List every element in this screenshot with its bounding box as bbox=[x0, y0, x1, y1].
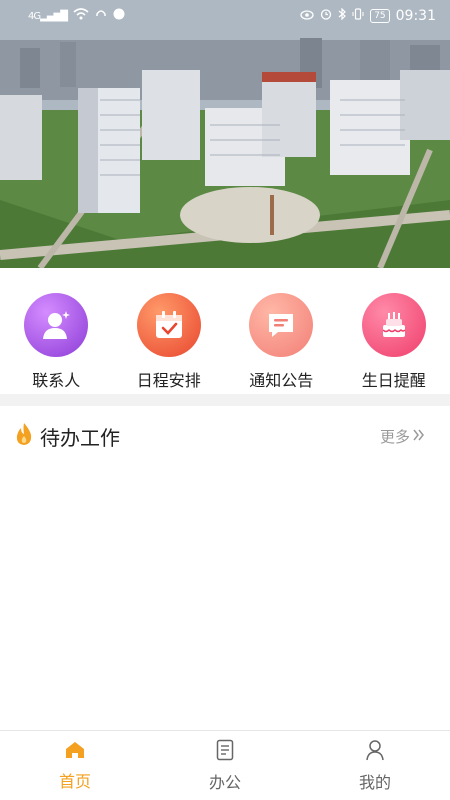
quick-action-label: 联系人 bbox=[32, 371, 81, 390]
tab-office[interactable]: 办公 bbox=[150, 731, 300, 800]
tab-label: 办公 bbox=[208, 772, 241, 792]
app-notification-icon bbox=[113, 8, 125, 24]
more-label: 更多 bbox=[379, 427, 410, 446]
eye-icon bbox=[300, 9, 314, 24]
battery-icon: 75 bbox=[370, 9, 390, 23]
document-icon bbox=[216, 739, 234, 765]
double-chevron-right-icon bbox=[412, 427, 426, 445]
quick-action-label: 生日提醒 bbox=[361, 371, 426, 390]
quick-action-birthday[interactable]: 生日提醒 bbox=[339, 293, 449, 391]
section-divider bbox=[0, 394, 450, 406]
status-time: 09:31 bbox=[395, 8, 436, 24]
home-icon bbox=[64, 740, 86, 764]
quick-action-notice[interactable]: 通知公告 bbox=[226, 293, 336, 391]
todo-title-group: 待办工作 bbox=[14, 422, 120, 451]
quick-action-label: 日程安排 bbox=[136, 371, 201, 390]
bluetooth-icon bbox=[338, 7, 347, 24]
quick-action-label: 通知公告 bbox=[249, 371, 314, 390]
quick-action-schedule[interactable]: 日程安排 bbox=[114, 293, 224, 391]
signal-icon: 4G▂▄▆█ bbox=[28, 10, 68, 22]
user-icon bbox=[365, 739, 385, 765]
headset-icon bbox=[95, 8, 107, 24]
notice-icon bbox=[249, 293, 314, 357]
quick-actions: 联系人 日程安排 通知公告 生日提醒 bbox=[0, 268, 450, 394]
wifi-icon bbox=[73, 8, 89, 24]
city-banner-image bbox=[0, 0, 450, 268]
alarm-icon bbox=[320, 8, 332, 24]
status-left: 4G▂▄▆█ bbox=[28, 8, 125, 24]
tab-mine[interactable]: 我的 bbox=[300, 731, 450, 800]
tab-label: 我的 bbox=[358, 772, 391, 792]
birthday-cake-icon bbox=[361, 293, 426, 357]
status-right: 75 09:31 bbox=[300, 7, 436, 24]
todo-list-area bbox=[0, 466, 450, 730]
quick-action-contacts[interactable]: 联系人 bbox=[1, 293, 111, 391]
tab-home[interactable]: 首页 bbox=[0, 731, 150, 800]
tab-label: 首页 bbox=[58, 771, 91, 791]
bottom-tab-bar: 首页 办公 我的 bbox=[0, 730, 450, 800]
more-link[interactable]: 更多 bbox=[380, 426, 426, 447]
calendar-icon bbox=[136, 293, 201, 357]
contacts-icon bbox=[24, 293, 89, 357]
status-bar: 4G▂▄▆█ 75 09:31 bbox=[0, 0, 450, 32]
todo-header: 待办工作 更多 bbox=[0, 406, 450, 466]
vibrate-icon bbox=[352, 8, 364, 24]
todo-title: 待办工作 bbox=[40, 425, 120, 450]
flame-icon bbox=[14, 422, 34, 450]
